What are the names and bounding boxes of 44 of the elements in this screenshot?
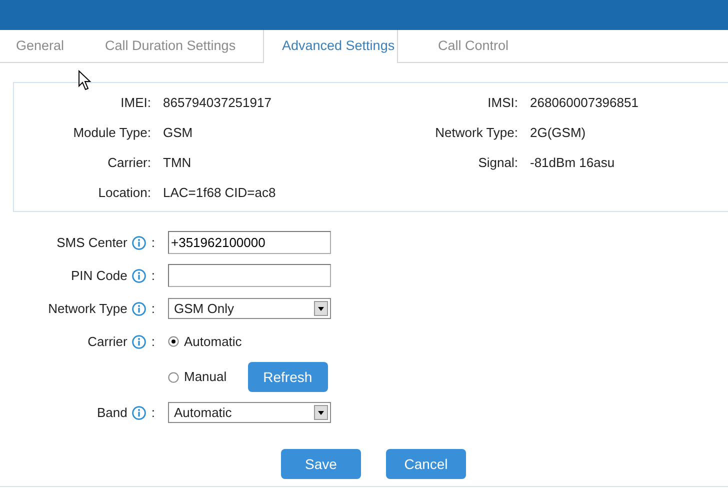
info-icon[interactable] [132, 236, 146, 250]
field-label: IMSI: [486, 94, 519, 112]
caret-icon[interactable] [314, 301, 328, 316]
dropdown[interactable]: GSM Only [168, 298, 331, 319]
field-label: Network Type [48, 300, 128, 318]
radio-button[interactable] [168, 336, 179, 347]
colon: : [151, 234, 155, 252]
field-label: Carrier [88, 332, 128, 351]
field-value: GSM [163, 124, 194, 142]
info-icon[interactable] [132, 334, 146, 348]
field-label: Carrier: [106, 154, 152, 172]
colon: : [151, 266, 155, 285]
info-icon[interactable] [132, 302, 146, 316]
colon: : [151, 404, 155, 422]
field-label: SMS Center [56, 234, 128, 252]
colon: : [151, 332, 155, 351]
text-field[interactable] [168, 264, 331, 287]
refresh-button[interactable]: Refresh [248, 362, 328, 392]
info-icon[interactable] [132, 406, 146, 420]
field-value: 268060007396851 [530, 94, 638, 112]
radio-button[interactable] [168, 372, 179, 382]
field-label: Module Type: [72, 124, 152, 142]
text-field[interactable]: +351962100000 [168, 231, 331, 254]
field-label: IMEI: [120, 94, 152, 112]
caret-icon[interactable] [314, 405, 328, 420]
cursor-icon [78, 70, 92, 91]
field-label: Location: [97, 184, 152, 202]
option-label: Manual [184, 368, 227, 386]
field-label: Band [97, 404, 128, 422]
colon: : [151, 300, 155, 318]
cancel-button[interactable]: Cancel [386, 449, 466, 479]
field-value: -81dBm 16asu [530, 154, 615, 172]
info-icon[interactable] [132, 268, 146, 282]
field-value: LAC=1f68 CID=ac8 [163, 184, 277, 202]
field-label: Signal: [477, 154, 519, 172]
field-label: Network Type: [434, 124, 519, 142]
field-value: 865794037251917 [163, 94, 272, 112]
option-label: Automatic [184, 332, 242, 351]
save-button[interactable]: Save [281, 449, 361, 479]
tab[interactable]: Advanced Settings [263, 30, 398, 63]
dropdown[interactable]: Automatic [168, 402, 331, 423]
field-value: TMN [163, 154, 192, 172]
field-value: 2G(GSM) [530, 124, 586, 142]
field-label: PIN Code [71, 266, 128, 285]
